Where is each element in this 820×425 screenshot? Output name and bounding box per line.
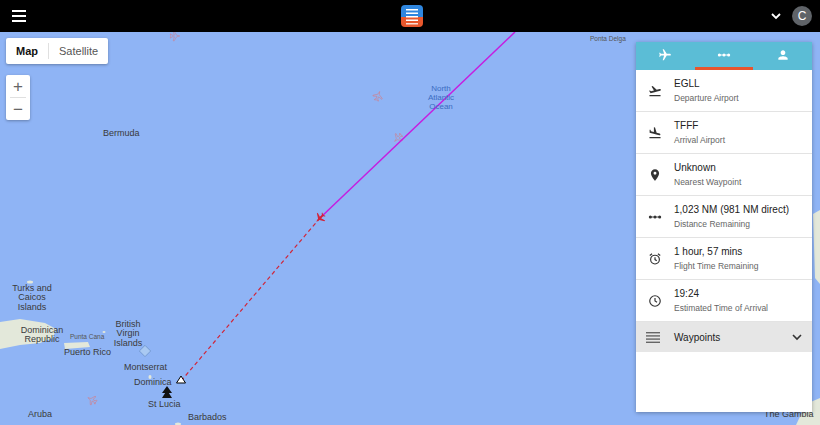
map-label: Dominica	[134, 378, 172, 387]
other-aircraft-icon[interactable]	[85, 393, 98, 406]
panel-tabs	[636, 42, 812, 70]
map-label: Puerto Rico	[64, 348, 111, 357]
map-label: Barbados	[188, 413, 227, 422]
africa-land	[813, 210, 820, 284]
info-row: 1 hour, 57 mins Flight Time Remaining	[636, 238, 812, 280]
account-dropdown-button[interactable]	[771, 6, 781, 26]
app-logo-icon[interactable]	[401, 5, 423, 27]
info-label: Distance Remaining	[674, 219, 789, 229]
map-label: Dominican Republic	[18, 326, 66, 345]
aircraft-icon[interactable]	[312, 210, 327, 225]
info-label: Departure Airport	[674, 93, 739, 103]
user-avatar[interactable]: C	[792, 6, 812, 26]
waypoint-triangle-icon[interactable]	[162, 390, 172, 398]
info-row: EGLL Departure Airport	[636, 70, 812, 112]
info-label: Flight Time Remaining	[674, 261, 759, 271]
planned-route	[181, 218, 320, 381]
info-label: Estimated Time of Arrival	[674, 303, 768, 313]
other-aircraft-icon[interactable]	[391, 131, 405, 145]
zoom-control: + −	[6, 75, 30, 120]
panel-tab[interactable]	[695, 42, 754, 70]
distance-dots-icon	[648, 210, 662, 224]
map-label: Ponta Delga	[590, 36, 626, 43]
info-value: 1,023 NM (981 NM direct)	[674, 204, 789, 216]
destination-triangle-icon[interactable]	[177, 376, 186, 383]
info-label: Nearest Waypoint	[674, 177, 741, 187]
top-bar: C	[0, 0, 820, 32]
waypoints-label: Waypoints	[674, 332, 778, 343]
info-row: TFFF Arrival Airport	[636, 112, 812, 154]
hamburger-icon	[12, 10, 26, 22]
map-label: Turks and Caicos Islands	[6, 284, 58, 312]
landing-icon	[648, 126, 662, 140]
chevron-down-icon	[771, 13, 781, 20]
info-row: Unknown Nearest Waypoint	[636, 154, 812, 196]
flight-info-panel: EGLL Departure Airport TFFF Arrival Airp…	[636, 42, 812, 412]
alarm-clock-icon	[648, 252, 662, 266]
info-value: 1 hour, 57 mins	[674, 246, 759, 258]
map[interactable]: Ponta Delga North Atlantic Ocean Bermuda Tu…	[0, 32, 820, 425]
island	[103, 331, 106, 333]
flown-route	[320, 32, 515, 218]
island	[175, 423, 181, 425]
person-icon	[776, 48, 790, 62]
other-aircraft-icon[interactable]	[170, 32, 180, 41]
takeoff-icon	[648, 84, 662, 98]
info-row: 19:24 Estimated Time of Arrival	[636, 280, 812, 322]
route-dots-icon	[717, 48, 731, 62]
map-label: Bermuda	[103, 129, 140, 138]
info-value: Unknown	[674, 162, 741, 174]
zoom-out-button[interactable]: −	[6, 98, 30, 120]
zoom-in-button[interactable]: +	[6, 75, 30, 97]
map-type-toggle: Map Satellite	[6, 38, 108, 64]
panel-tab[interactable]	[636, 42, 695, 70]
waypoint-triangle-icon[interactable]	[162, 386, 172, 393]
map-label: British Virgin Islands	[108, 320, 148, 348]
map-label: Punta Cana	[70, 334, 104, 341]
waypoints-expander[interactable]: Waypoints	[636, 322, 812, 352]
map-label: Aruba	[28, 410, 52, 419]
info-value: 19:24	[674, 288, 768, 300]
clock-icon	[648, 294, 662, 308]
airplane-icon	[658, 48, 672, 62]
info-value: TFFF	[674, 120, 725, 132]
flight-tracker-app: C Ponta Delga North Atlantic Ocean Bermuda…	[0, 0, 820, 425]
map-type-button[interactable]: Satellite	[49, 38, 108, 64]
map-label: North Atlantic Ocean	[420, 84, 462, 112]
list-icon	[646, 331, 660, 343]
panel-tab[interactable]	[753, 42, 812, 70]
menu-button[interactable]	[12, 6, 26, 26]
info-row: 1,023 NM (981 NM direct) Distance Remain…	[636, 196, 812, 238]
map-label: Montserrat	[124, 363, 167, 372]
other-aircraft-icon[interactable]	[372, 90, 384, 102]
location-pin-icon	[648, 168, 662, 182]
info-label: Arrival Airport	[674, 135, 725, 145]
chevron-down-icon	[792, 334, 802, 341]
map-type-button[interactable]: Map	[6, 38, 48, 64]
map-label: St Lucia	[148, 400, 181, 409]
info-value: EGLL	[674, 78, 739, 90]
